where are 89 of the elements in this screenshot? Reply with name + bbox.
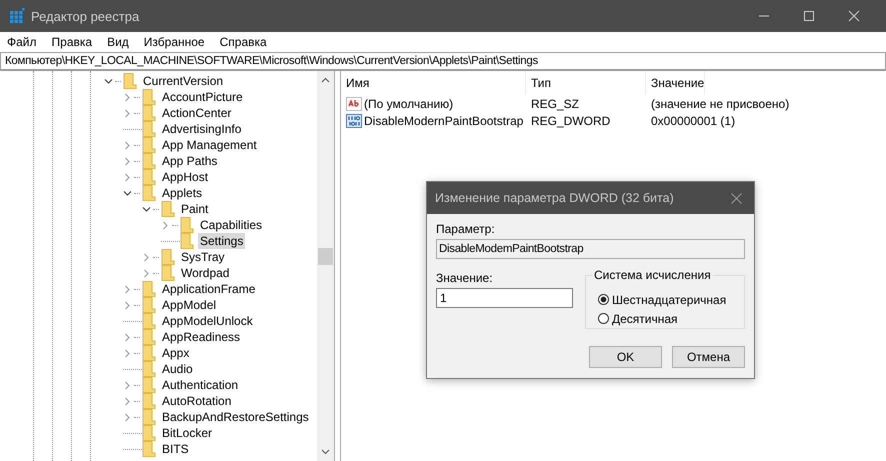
menu-item[interactable]: Файл <box>7 35 37 49</box>
folder-icon <box>142 425 156 441</box>
scroll-down-icon[interactable] <box>321 449 330 455</box>
tree-item[interactable]: BITS <box>160 441 191 457</box>
close-icon[interactable] <box>731 192 742 204</box>
tree-item[interactable]: Applets <box>160 185 204 201</box>
value-type: REG_DWORD <box>530 114 612 128</box>
value-data: 0x00000001 (1) <box>650 114 736 128</box>
folder-icon <box>142 281 156 297</box>
close-icon[interactable] <box>848 10 860 22</box>
folder-icon <box>161 201 175 217</box>
folder-icon <box>142 169 156 185</box>
folder-icon <box>142 393 156 409</box>
folder-icon <box>142 329 156 345</box>
tree-item[interactable]: App Management <box>160 137 259 153</box>
column-header[interactable]: Тип <box>526 71 646 95</box>
tree-item[interactable]: BitLocker <box>160 425 214 441</box>
tree-item[interactable]: ActionCenter <box>160 105 234 121</box>
folder-icon <box>123 73 137 89</box>
tree-item[interactable]: Appx <box>160 345 192 361</box>
value-data: (значение не присвоено) <box>650 96 790 110</box>
column-header[interactable]: Значение <box>646 71 706 95</box>
menu-item[interactable]: Правка <box>52 35 92 49</box>
radio-label[interactable]: Десятичная <box>612 312 678 326</box>
folder-icon <box>142 121 156 137</box>
folder-icon <box>142 409 156 425</box>
group-label: Система исчисления <box>592 268 713 282</box>
value-name[interactable]: (По умолчанию) <box>364 96 454 110</box>
folder-icon <box>142 377 156 393</box>
folder-icon <box>180 217 194 233</box>
menu-item[interactable]: Справка <box>220 35 267 49</box>
dialog-button[interactable]: Отмена <box>672 346 745 368</box>
maximize-icon[interactable] <box>803 10 815 22</box>
tree-item[interactable]: AccountPicture <box>160 89 245 105</box>
column-header[interactable]: Имя <box>341 71 526 95</box>
address-field[interactable]: Компьютер\HKEY_LOCAL_MACHINE\SOFTWARE\Microsoft\Windows\CurrentVersion\Applets\Paint\Settings <box>0 52 886 70</box>
value-field[interactable]: 1 <box>436 288 573 308</box>
tree-item[interactable]: AppModelUnlock <box>160 313 255 329</box>
dialog-button[interactable]: OK <box>589 346 662 368</box>
radio-button[interactable] <box>598 294 609 305</box>
field-label: Параметр: <box>436 222 496 236</box>
tree-item[interactable]: AppHost <box>160 169 210 185</box>
tree-item[interactable]: Settings <box>198 233 246 249</box>
tree-item[interactable]: Authentication <box>160 377 240 393</box>
tree-item[interactable]: Capabilities <box>198 217 264 233</box>
tree-item[interactable]: AppModel <box>160 297 218 313</box>
chevron-icon[interactable] <box>123 188 132 198</box>
window-title: Редактор реестра <box>31 8 140 24</box>
radio-button[interactable] <box>598 313 609 324</box>
chevron-icon[interactable] <box>142 204 151 214</box>
tree-item[interactable]: AutoRotation <box>160 393 234 409</box>
folder-icon <box>142 153 156 169</box>
folder-icon <box>142 297 156 313</box>
tree-item[interactable]: Paint <box>179 201 210 217</box>
name-field[interactable]: DisableModemPaintBootstrap <box>436 239 745 259</box>
tree-item[interactable]: SysTray <box>179 249 227 265</box>
tree-item[interactable]: ApplicationFrame <box>160 281 258 297</box>
tree-item[interactable]: Audio <box>160 361 195 377</box>
tree-item[interactable]: BackupAndRestoreSettings <box>160 409 311 425</box>
tree-item[interactable]: App Paths <box>160 153 220 169</box>
menu-item[interactable]: Вид <box>107 35 129 49</box>
tree-item[interactable]: Wordpad <box>179 265 232 281</box>
scrollbar[interactable] <box>317 71 334 461</box>
folder-icon <box>142 345 156 361</box>
folder-icon <box>142 441 156 457</box>
folder-icon <box>142 361 156 377</box>
folder-icon <box>142 105 156 121</box>
menu-item[interactable]: Избранное <box>144 35 205 49</box>
binary-value-icon <box>346 114 362 128</box>
folder-icon <box>180 233 194 249</box>
folder-icon <box>142 185 156 201</box>
value-type: REG_SZ <box>530 96 580 110</box>
folder-icon <box>161 265 175 281</box>
tree-item[interactable]: CurrentVersion <box>141 73 226 89</box>
folder-icon <box>142 137 156 153</box>
folder-icon <box>142 89 156 105</box>
registry-app-icon <box>9 8 25 24</box>
dialog-title: Изменение параметра DWORD (32 бита) <box>435 191 674 205</box>
string-value-icon <box>346 96 362 110</box>
chevron-icon[interactable] <box>104 76 113 86</box>
folder-icon <box>161 249 175 265</box>
scroll-up-icon[interactable] <box>321 77 330 83</box>
radio-label[interactable]: Шестнадцатеричная <box>612 292 726 306</box>
folder-icon <box>142 313 156 329</box>
field-label: Значение: <box>436 271 494 285</box>
tree-item[interactable]: AppReadiness <box>160 329 242 345</box>
scroll-thumb[interactable] <box>318 248 333 265</box>
tree-item[interactable]: AdvertisingInfo <box>160 121 244 137</box>
value-name[interactable]: DisableModernPaintBootstrap <box>364 114 524 128</box>
